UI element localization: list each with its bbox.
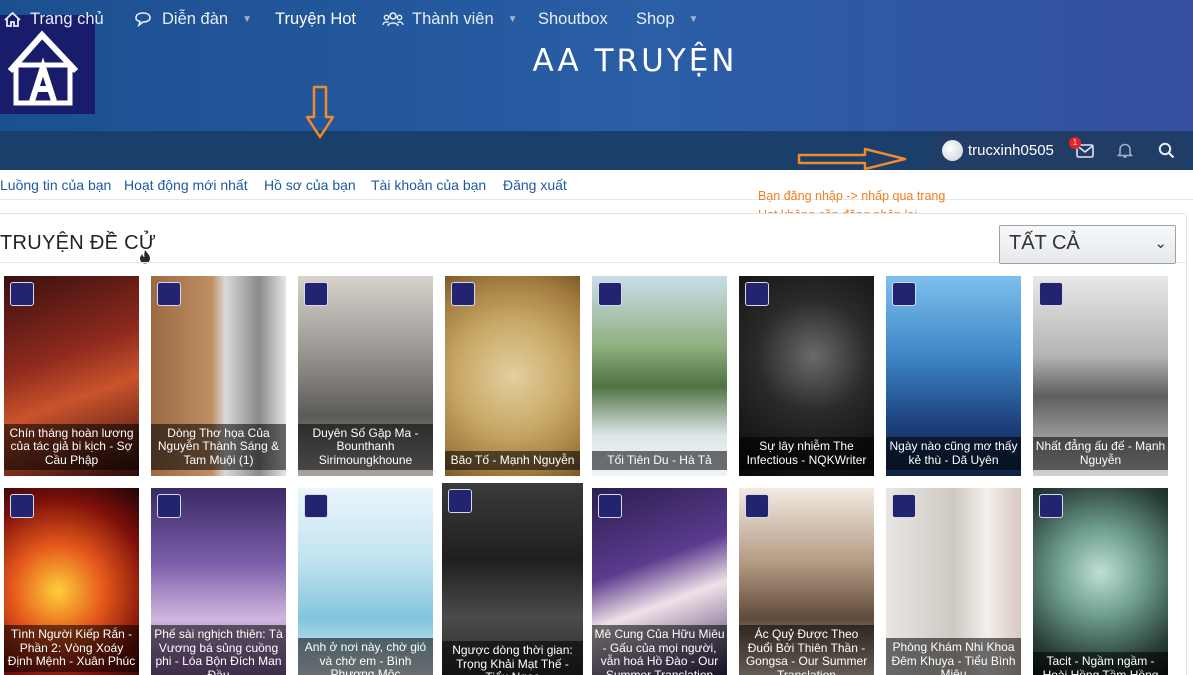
story-card[interactable]: Tối Tiên Du - Hà Tả: [592, 276, 727, 476]
site-badge-icon: [598, 282, 622, 306]
site-title: AA TRUYỆN: [532, 43, 738, 79]
story-title: Tối Tiên Du - Hà Tả: [592, 450, 727, 470]
site-badge-icon: [157, 494, 181, 518]
site-badge-icon: [304, 494, 328, 518]
story-title: Nhất đẳng ấu đế - Mạnh Nguyễn: [1033, 437, 1168, 470]
site-badge-icon: [892, 494, 916, 518]
story-cover: [445, 276, 580, 476]
subnav-your-feed[interactable]: Luồng tin của bạn: [0, 177, 111, 193]
comments-icon: [135, 12, 151, 28]
subnav-your-account[interactable]: Tài khoản của bạn: [371, 177, 486, 193]
nav-shop[interactable]: Shop ▼: [636, 0, 698, 39]
nav-hot-stories[interactable]: Truyện Hot: [275, 0, 356, 39]
story-title: Chín tháng hoàn lương của tác giả bi kịc…: [4, 423, 139, 470]
chevron-down-icon[interactable]: ▼: [242, 0, 252, 39]
nav-members[interactable]: Thành viên ▼: [382, 0, 518, 39]
story-cover: [592, 276, 727, 476]
nav-members-label: Thành viên: [412, 10, 494, 28]
section-title: TRUYỆN ĐỀ CỬ: [0, 232, 157, 254]
story-title: Dòng Thơ họa Của Nguyễn Thành Sáng & Tam…: [151, 423, 286, 470]
story-title: Phế sài nghịch thiên: Tà Vương bá sủng c…: [151, 625, 286, 675]
inbox-count-badge: 1: [1069, 137, 1081, 149]
story-card[interactable]: Dòng Thơ họa Của Nguyễn Thành Sáng & Tam…: [151, 276, 286, 476]
annotation-line-1: Bạn đăng nhập -> nhấp qua trang: [758, 189, 946, 203]
arrow-down-icon: [305, 85, 335, 139]
username: trucxinh0505: [968, 142, 1054, 159]
story-title: Anh ở nơi này, chờ gió và chờ em - Bình …: [298, 638, 433, 675]
genre-filter-value: TẤT CẢ: [1009, 232, 1080, 254]
story-card[interactable]: Anh ở nơi này, chờ gió và chờ em - Bình …: [298, 488, 433, 675]
site-badge-icon: [157, 282, 181, 306]
story-card[interactable]: Sự lây nhiễm The Infectious - NQKWriter: [739, 276, 874, 476]
site-badge-icon: [892, 282, 916, 306]
chevron-down-icon: ⌄: [1154, 235, 1167, 252]
story-card[interactable]: Tình Người Kiếp Rắn - Phần 2: Vòng Xoáy …: [4, 488, 139, 675]
story-card[interactable]: Tacit - Ngầm ngầm - Hoài Hồng Tầm Hồng: [1033, 488, 1168, 675]
story-title: Bão Tố - Mạnh Nguyễn: [445, 450, 580, 470]
genre-filter-select[interactable]: TẤT CẢ ⌄: [999, 225, 1176, 264]
avatar: [942, 140, 963, 161]
subnav-logout[interactable]: Đăng xuất: [503, 177, 567, 193]
nav-hot-label: Truyện Hot: [275, 10, 357, 28]
story-title: Sự lây nhiễm The Infectious - NQKWriter: [739, 437, 874, 470]
site-badge-icon: [304, 282, 328, 306]
site-badge-icon: [598, 494, 622, 518]
story-title: Mê Cung Của Hữu Miêu - Gấu của mọi người…: [592, 625, 727, 675]
chevron-down-icon[interactable]: ▼: [508, 0, 518, 39]
subnav-latest-activity[interactable]: Hoạt động mới nhất: [124, 177, 248, 193]
search-button[interactable]: [1147, 131, 1185, 170]
site-badge-icon: [451, 282, 475, 306]
story-card[interactable]: Mê Cung Của Hữu Miêu - Gấu của mọi người…: [592, 488, 727, 675]
subnav-your-profile[interactable]: Hồ sơ của bạn: [264, 177, 356, 193]
story-card[interactable]: Phế sài nghịch thiên: Tà Vương bá sủng c…: [151, 488, 286, 675]
story-card[interactable]: Bão Tố - Mạnh Nguyễn: [445, 276, 580, 476]
site-badge-icon: [745, 282, 769, 306]
users-icon: [382, 12, 404, 27]
story-title: Ngày nào cũng mơ thấy kẻ thù - Dã Uyên: [886, 437, 1021, 470]
nav-home-label: Trang chủ: [30, 10, 104, 28]
chevron-down-icon[interactable]: ▼: [689, 0, 699, 39]
site-badge-icon: [1039, 282, 1063, 306]
bell-icon: [1117, 143, 1133, 158]
story-title: Duyên Số Gặp Ma - Bounthanh Sirimoungkho…: [298, 423, 433, 470]
nav-forums[interactable]: Diễn đàn ▼: [134, 0, 252, 39]
story-card[interactable]: Duyên Số Gặp Ma - Bounthanh Sirimoungkho…: [298, 276, 433, 476]
story-title: Phòng Khám Nhi Khoa Đêm Khuya - Tiểu Bìn…: [886, 638, 1021, 675]
site-badge-icon: [1039, 494, 1063, 518]
nav-home[interactable]: Trang chủ: [3, 0, 104, 39]
story-card[interactable]: Ác Quỷ Được Theo Đuổi Bởi Thiên Thần - G…: [739, 488, 874, 675]
arrow-right-icon: [797, 147, 907, 171]
alerts-button[interactable]: [1106, 131, 1144, 170]
story-title: Ngược dòng thời gian: Trọng Khải Mạt Thế…: [442, 641, 583, 675]
nav-shop-label: Shop: [636, 10, 675, 28]
story-title: Tacit - Ngầm ngầm - Hoài Hồng Tầm Hồng: [1033, 652, 1168, 675]
nav-forums-label: Diễn đàn: [162, 10, 229, 28]
site-badge-icon: [10, 494, 34, 518]
site-badge-icon: [10, 282, 34, 306]
nav-shoutbox[interactable]: Shoutbox: [538, 0, 608, 39]
story-title: Ác Quỷ Được Theo Đuổi Bởi Thiên Thần - G…: [739, 625, 874, 675]
home-icon: [4, 11, 21, 27]
story-card[interactable]: Ngày nào cũng mơ thấy kẻ thù - Dã Uyên: [886, 276, 1021, 476]
user-menu[interactable]: trucxinh0505: [942, 140, 1054, 161]
story-card[interactable]: Nhất đẳng ấu đế - Mạnh Nguyễn: [1033, 276, 1168, 476]
nav-shoutbox-label: Shoutbox: [538, 10, 608, 28]
story-card[interactable]: Ngược dòng thời gian: Trọng Khải Mạt Thế…: [442, 483, 583, 675]
story-card[interactable]: Chín tháng hoàn lương của tác giả bi kịc…: [4, 276, 139, 476]
story-title: Tình Người Kiếp Rắn - Phần 2: Vòng Xoáy …: [4, 625, 139, 672]
site-badge-icon: [745, 494, 769, 518]
search-icon: [1158, 142, 1174, 159]
site-badge-icon: [448, 489, 472, 513]
story-card[interactable]: Phòng Khám Nhi Khoa Đêm Khuya - Tiểu Bìn…: [886, 488, 1021, 675]
